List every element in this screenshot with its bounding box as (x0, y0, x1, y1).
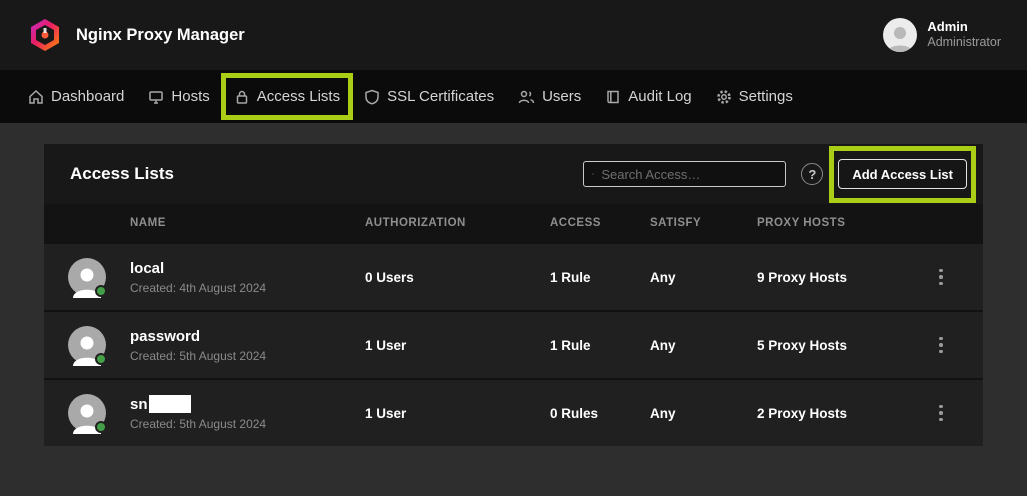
nav-item-audit-log[interactable]: Audit Log (605, 88, 691, 105)
user-role: Administrator (927, 35, 1001, 51)
nav-item-users[interactable]: Users (518, 88, 581, 105)
authorization-cell: 1 User (365, 338, 550, 353)
nav-label: Settings (739, 88, 793, 105)
avatar (68, 258, 106, 296)
authorization-cell: 1 User (365, 406, 550, 421)
help-button[interactable]: ? (801, 163, 823, 185)
user-menu[interactable]: Admin Administrator (883, 18, 1001, 52)
add-access-list-button[interactable]: Add Access List (838, 159, 967, 189)
monitor-icon (148, 89, 164, 105)
user-texts: Admin Administrator (927, 19, 1001, 51)
table-row[interactable]: password Created: 5th August 2024 1 User… (44, 310, 983, 378)
col-header-name: NAME (130, 217, 365, 229)
nav-label: SSL Certificates (387, 88, 494, 105)
users-icon (518, 89, 535, 105)
search-input[interactable] (601, 167, 777, 182)
home-icon (28, 89, 44, 105)
book-icon (605, 89, 621, 105)
authorization-cell: 0 Users (365, 270, 550, 285)
col-header-satisfy: SATISFY (650, 217, 757, 229)
app-header: Nginx Proxy Manager Admin Administrator (0, 0, 1027, 70)
access-cell: 1 Rule (550, 270, 650, 285)
nav-label: Dashboard (51, 88, 124, 105)
row-actions-button[interactable] (927, 328, 955, 362)
access-lists-panel: Access Lists ? Add Access List NAME AUTH… (44, 144, 983, 446)
panel-controls: ? Add Access List (583, 159, 967, 189)
proxy-hosts-cell: 9 Proxy Hosts (757, 270, 927, 285)
status-dot (95, 421, 107, 433)
search-icon (592, 167, 594, 181)
avatar-cell (44, 394, 130, 432)
nav-item-ssl-certificates[interactable]: SSL Certificates (364, 88, 494, 105)
user-name: Admin (927, 19, 1001, 35)
gear-icon (716, 89, 732, 105)
nav-item-hosts[interactable]: Hosts (148, 88, 209, 105)
person-icon (883, 21, 917, 52)
nav-item-settings[interactable]: Settings (716, 88, 793, 105)
nav-label: Access Lists (257, 88, 340, 105)
access-list-name-text: sn (130, 396, 148, 413)
nav-item-dashboard[interactable]: Dashboard (28, 88, 124, 105)
avatar (68, 326, 106, 364)
proxy-hosts-cell: 2 Proxy Hosts (757, 406, 927, 421)
access-list-name: local (130, 260, 365, 277)
satisfy-cell: Any (650, 406, 757, 421)
name-cell: local Created: 4th August 2024 (130, 260, 365, 295)
nav-label: Hosts (171, 88, 209, 105)
status-dot (95, 285, 107, 297)
access-list-created: Created: 4th August 2024 (130, 281, 365, 295)
panel-title: Access Lists (70, 164, 174, 184)
satisfy-cell: Any (650, 338, 757, 353)
row-actions-button[interactable] (927, 396, 955, 430)
name-cell: password Created: 5th August 2024 (130, 328, 365, 363)
shield-icon (364, 89, 380, 105)
user-avatar[interactable] (883, 18, 917, 52)
col-header-access: ACCESS (550, 217, 650, 229)
main-nav: Dashboard Hosts Access Lists SSL Certifi… (0, 70, 1027, 123)
status-dot (95, 353, 107, 365)
app-title: Nginx Proxy Manager (76, 26, 245, 45)
access-list-name: sn (130, 395, 365, 413)
avatar (68, 394, 106, 432)
brand: Nginx Proxy Manager (28, 18, 245, 52)
nav-item-access-lists[interactable]: Access Lists (234, 88, 340, 105)
table-header: NAME AUTHORIZATION ACCESS SATISFY PROXY … (44, 204, 983, 242)
access-list-created: Created: 5th August 2024 (130, 417, 365, 431)
table-row[interactable]: local Created: 4th August 2024 0 Users 1… (44, 242, 983, 310)
proxy-hosts-cell: 5 Proxy Hosts (757, 338, 927, 353)
lock-icon (234, 89, 250, 105)
table-row[interactable]: sn Created: 5th August 2024 1 User 0 Rul… (44, 378, 983, 446)
search-box (583, 161, 786, 187)
avatar-cell (44, 258, 130, 296)
col-header-proxy-hosts: PROXY HOSTS (757, 217, 927, 229)
add-button-wrap: Add Access List (838, 159, 967, 189)
access-cell: 1 Rule (550, 338, 650, 353)
access-list-name: password (130, 328, 365, 345)
access-list-created: Created: 5th August 2024 (130, 349, 365, 363)
nav-label: Audit Log (628, 88, 691, 105)
col-header-authorization: AUTHORIZATION (365, 217, 550, 229)
name-cell: sn Created: 5th August 2024 (130, 395, 365, 431)
app-logo-icon (28, 18, 62, 52)
satisfy-cell: Any (650, 270, 757, 285)
nav-label: Users (542, 88, 581, 105)
access-cell: 0 Rules (550, 406, 650, 421)
avatar-cell (44, 326, 130, 364)
redaction-box (149, 395, 191, 413)
panel-header: Access Lists ? Add Access List (44, 144, 983, 204)
row-actions-button[interactable] (927, 260, 955, 294)
